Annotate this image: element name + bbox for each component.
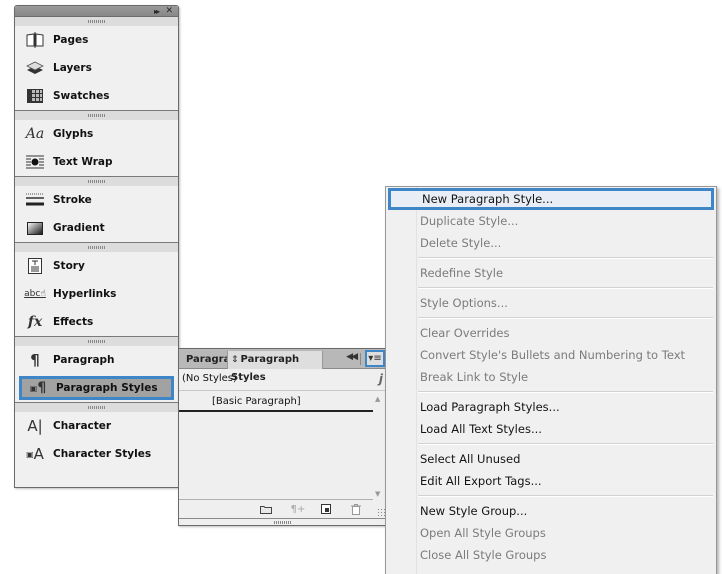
gradient-icon <box>24 219 46 237</box>
current-style-row: (No Styles) ϳ <box>179 369 386 391</box>
dock-item-swatches[interactable]: Swatches <box>15 82 178 110</box>
effects-icon: fx <box>27 314 43 330</box>
menu-item-clear-overrides[interactable]: Clear Overrides <box>386 322 716 344</box>
swatches-icon <box>24 87 46 105</box>
menu-item-delete-style[interactable]: Delete Style... <box>386 232 716 254</box>
scrollbar[interactable]: ▲ ▼ <box>372 392 386 500</box>
text-wrap-icon <box>24 153 46 171</box>
menu-item-edit-all-export-tags[interactable]: Edit All Export Tags... <box>386 470 716 492</box>
group-grip[interactable] <box>15 17 178 26</box>
dock-item-character[interactable]: A| Character <box>15 412 178 440</box>
double-chevron-left-icon[interactable]: ◀◀ <box>346 352 358 362</box>
panel-dock: ▸▸ ✕ Pages Layers Swatches Aa Glyphs Tex… <box>14 5 179 488</box>
dock-item-pages[interactable]: Pages <box>15 26 178 54</box>
scroll-up-icon[interactable]: ▲ <box>375 395 380 403</box>
stroke-icon <box>24 191 46 209</box>
menu-item-redefine-style[interactable]: Redefine Style <box>386 262 716 284</box>
menu-item-new-paragraph-style[interactable]: New Paragraph Style... <box>388 188 714 210</box>
dock-group-paragraph: ¶ Paragraph ▣ ¶ Paragraph Styles <box>15 337 178 403</box>
paragraph-styles-panel: Paragraph ⇕Paragraph Styles ◀◀ ▾≡ (No St… <box>178 348 387 526</box>
menu-separator <box>386 314 716 322</box>
hyperlinks-icon: abc☝ <box>24 289 46 299</box>
story-icon <box>24 257 46 275</box>
dock-item-story[interactable]: Story <box>15 252 178 280</box>
dock-item-paragraph-styles[interactable]: ▣ ¶ Paragraph Styles <box>19 376 174 400</box>
menu-item-style-options[interactable]: Style Options... <box>386 292 716 314</box>
up-down-arrows-icon: ⇕ <box>231 355 239 365</box>
trash-icon[interactable] <box>349 503 363 515</box>
dock-item-effects[interactable]: fx Effects <box>15 308 178 336</box>
dock-group-pages: Pages Layers Swatches <box>15 17 178 111</box>
dock-group-story: Story abc☝ Hyperlinks fx Effects <box>15 243 178 337</box>
divider <box>360 353 361 365</box>
menu-item-break-link[interactable]: Break Link to Style <box>386 366 716 388</box>
menu-item-new-style-group[interactable]: New Style Group... <box>386 500 716 522</box>
paragraph-icon: ¶ <box>30 351 40 369</box>
menu-item-open-all-style-groups[interactable]: Open All Style Groups <box>386 522 716 544</box>
dock-item-paragraph[interactable]: ¶ Paragraph <box>15 346 178 374</box>
menu-separator <box>386 492 716 500</box>
menu-separator <box>386 440 716 448</box>
dock-item-character-styles[interactable]: ▣ A Character Styles <box>15 440 178 468</box>
dock-titlebar[interactable]: ▸▸ ✕ <box>15 6 178 17</box>
panel-menu-button[interactable]: ▾≡ <box>365 350 385 367</box>
dock-item-layers[interactable]: Layers <box>15 54 178 82</box>
menu-separator <box>386 254 716 262</box>
pages-icon <box>24 31 46 49</box>
panel-bottom-grip[interactable] <box>179 518 386 525</box>
list-item[interactable]: [Basic Paragraph] <box>179 392 373 412</box>
group-grip[interactable] <box>15 243 178 252</box>
menu-separator <box>386 388 716 396</box>
scroll-down-icon[interactable]: ▼ <box>375 490 380 498</box>
layers-icon <box>24 59 46 77</box>
dock-item-glyphs[interactable]: Aa Glyphs <box>15 120 178 148</box>
dock-group-glyphs: Aa Glyphs Text Wrap <box>15 111 178 177</box>
tab-paragraph[interactable]: Paragraph <box>186 351 228 369</box>
panel-tab-bar: Paragraph ⇕Paragraph Styles ◀◀ ▾≡ <box>179 349 386 383</box>
dock-item-gradient[interactable]: Gradient <box>15 214 178 242</box>
menu-item-load-all-text-styles[interactable]: Load All Text Styles... <box>386 418 716 440</box>
styles-list: [Basic Paragraph] <box>179 392 373 500</box>
group-grip[interactable] <box>15 111 178 120</box>
menu-item-close-all-style-groups[interactable]: Close All Style Groups <box>386 544 716 566</box>
panel-footer: ¶+ <box>179 500 386 518</box>
resize-handle[interactable] <box>377 508 385 516</box>
new-style-icon[interactable] <box>319 503 333 515</box>
paragraph-styles-icon: ▣ ¶ <box>29 380 47 396</box>
double-chevron-right-icon[interactable]: ▸▸ <box>154 6 160 17</box>
dock-item-text-wrap[interactable]: Text Wrap <box>15 148 178 176</box>
folder-icon[interactable] <box>259 503 273 515</box>
menu-item-select-all-unused[interactable]: Select All Unused <box>386 448 716 470</box>
clear-overrides-icon[interactable]: ¶+ <box>289 503 307 515</box>
menu-item-load-paragraph-styles[interactable]: Load Paragraph Styles... <box>386 396 716 418</box>
menu-item-convert-bullets[interactable]: Convert Style's Bullets and Numbering to… <box>386 344 716 366</box>
lightning-icon[interactable]: ϳ <box>379 369 383 389</box>
panel-flyout-menu: New Paragraph Style... Duplicate Style..… <box>385 186 717 574</box>
group-grip[interactable] <box>15 337 178 346</box>
dock-group-stroke: Stroke Gradient <box>15 177 178 243</box>
close-icon[interactable]: ✕ <box>165 6 173 17</box>
character-icon: A| <box>27 417 43 435</box>
menu-separator <box>386 284 716 292</box>
group-grip[interactable] <box>15 177 178 186</box>
character-styles-icon: ▣ A <box>26 445 44 463</box>
dock-item-stroke[interactable]: Stroke <box>15 186 178 214</box>
dock-item-hyperlinks[interactable]: abc☝ Hyperlinks <box>15 280 178 308</box>
panel-menu-icon: ▾≡ <box>368 353 382 364</box>
menu-item-duplicate-style[interactable]: Duplicate Style... <box>386 210 716 232</box>
glyphs-icon: Aa <box>25 126 45 142</box>
group-grip[interactable] <box>15 403 178 412</box>
tab-paragraph-styles[interactable]: ⇕ Paragraph Styles <box>227 351 323 383</box>
dock-group-character: A| Character ▣ A Character Styles <box>15 403 178 468</box>
